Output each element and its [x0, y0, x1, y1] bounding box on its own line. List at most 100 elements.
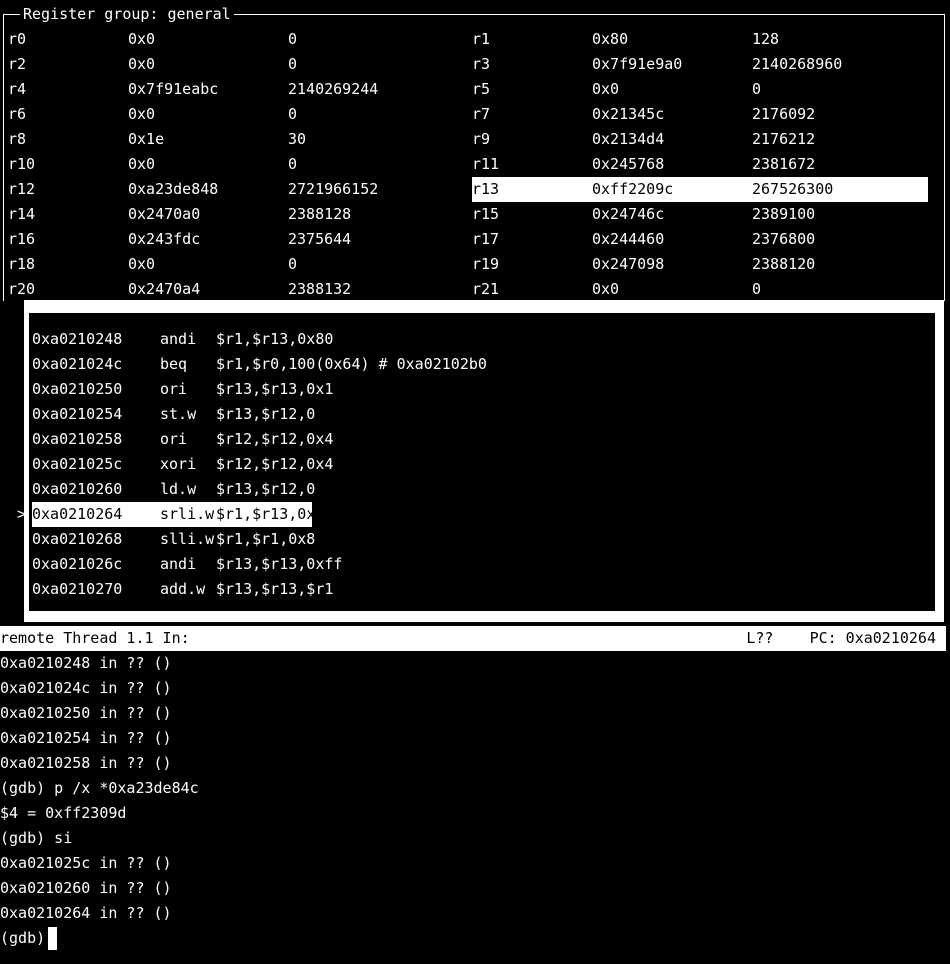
console-line: 0xa0210254 in ?? () — [0, 729, 172, 747]
register-dec-value: 267526300 — [752, 180, 834, 198]
register-hex-value: 0x80 — [592, 30, 629, 48]
asm-operands: $r13,$r13,$r1 — [216, 580, 334, 598]
console-line: 0xa021025c in ?? () — [0, 854, 172, 872]
console-line: (gdb) p /x *0xa23de84c — [0, 779, 199, 797]
asm-address: 0xa0210254 — [32, 405, 123, 423]
register-hex-value: 0xff2209c — [592, 180, 674, 198]
register-dec-value: 128 — [752, 30, 780, 48]
register-name: r6 — [8, 105, 27, 123]
asm-opcode: beq — [160, 355, 188, 373]
asm-opcode: add.w — [160, 580, 206, 598]
register-dec-value: 2140269244 — [288, 80, 379, 98]
asm-line[interactable]: 0xa0210254 st.w $r13,$r12,0 — [32, 402, 936, 427]
register-name: r8 — [8, 130, 27, 148]
asm-address: 0xa0210250 — [32, 380, 123, 398]
asm-line[interactable]: 0xa0210260 ld.w $r13,$r12,0 — [32, 477, 936, 502]
current-instruction-marker: > — [17, 505, 27, 523]
register-name: r7 — [472, 105, 491, 123]
console-line: 0xa0210264 in ?? () — [0, 904, 172, 922]
register-name: r10 — [8, 155, 36, 173]
console-line: 0xa0210248 in ?? () — [0, 654, 172, 672]
register-dec-value: 2176212 — [752, 130, 816, 148]
register-dec-value: 2375644 — [288, 230, 352, 248]
asm-opcode: andi — [160, 555, 197, 573]
console-line: 0xa0210258 in ?? () — [0, 754, 172, 772]
register-hex-value: 0x0 — [128, 155, 156, 173]
asm-line[interactable]: 0xa0210270 add.w $r13,$r13,$r1 — [32, 577, 936, 602]
asm-operands: $r12,$r12,0x4 — [216, 455, 334, 473]
register-dec-value: 0 — [288, 155, 298, 173]
register-name: r16 — [8, 230, 36, 248]
asm-operands: $r13,$r13,0xff — [216, 555, 343, 573]
register-hex-value: 0x0 — [128, 30, 156, 48]
asm-opcode: ld.w — [160, 480, 197, 498]
register-dec-value: 2376800 — [752, 230, 816, 248]
asm-line[interactable]: 0xa0210268 slli.w $r1,$r1,0x8 — [32, 527, 936, 552]
register-dec-value: 2388128 — [288, 205, 352, 223]
asm-line[interactable]: 0xa0210258 ori $r12,$r12,0x4 — [32, 427, 936, 452]
register-hex-value: 0x2470a4 — [128, 280, 201, 298]
register-hex-value: 0x1e — [128, 130, 165, 148]
register-dec-value: 0 — [752, 80, 762, 98]
register-highlight — [472, 177, 928, 202]
register-name: r18 — [8, 255, 36, 273]
register-hex-value: 0x244460 — [592, 230, 665, 248]
register-hex-value: 0x245768 — [592, 155, 665, 173]
asm-line[interactable]: 0xa021025c xori $r12,$r12,0x4 — [32, 452, 936, 477]
asm-address: 0xa021026c — [32, 555, 123, 573]
asm-address: 0xa0210258 — [32, 430, 123, 448]
register-hex-value: 0x0 — [592, 280, 620, 298]
register-hex-value: 0x247098 — [592, 255, 665, 273]
register-dec-value: 2140268960 — [752, 55, 843, 73]
register-name: r5 — [472, 80, 491, 98]
register-hex-value: 0x0 — [128, 255, 156, 273]
asm-opcode: ori — [160, 430, 188, 448]
register-name: r20 — [8, 280, 36, 298]
asm-line[interactable]: 0xa0210264 srli.w $r1,$r13,0xc — [32, 502, 324, 527]
register-name: r0 — [8, 30, 27, 48]
console-line: $4 = 0xff2309d — [0, 804, 127, 822]
register-name: r9 — [472, 130, 491, 148]
asm-opcode: andi — [160, 330, 197, 348]
asm-address: 0xa0210270 — [32, 580, 123, 598]
status-thread: remote Thread 1.1 In: — [0, 629, 190, 647]
asm-operands: $r13,$r13,0x1 — [216, 380, 334, 398]
console-line: (gdb) si — [0, 829, 73, 847]
register-name: r19 — [472, 255, 500, 273]
register-dec-value: 0 — [288, 55, 298, 73]
register-hex-value: 0x21345c — [592, 105, 665, 123]
register-hex-value: 0x2470a0 — [128, 205, 201, 223]
register-hex-value: 0x0 — [592, 80, 620, 98]
status-bar: remote Thread 1.1 In: L?? PC: 0xa0210264 — [0, 626, 946, 651]
asm-opcode: xori — [160, 455, 197, 473]
asm-opcode: ori — [160, 380, 188, 398]
register-hex-value: 0x7f91eabc — [128, 80, 219, 98]
asm-address: 0xa0210264 — [32, 505, 123, 523]
register-name: r4 — [8, 80, 27, 98]
register-name: r2 — [8, 55, 27, 73]
asm-operands: $r1,$r13,0xc — [216, 505, 325, 523]
register-dec-value: 2389100 — [752, 205, 816, 223]
asm-line[interactable]: 0xa0210248 andi $r1,$r13,0x80 — [32, 327, 936, 352]
asm-line[interactable]: 0xa021024c beq $r1,$r0,100(0x64) # 0xa0210… — [32, 352, 936, 377]
register-hex-value: 0x0 — [128, 55, 156, 73]
asm-address: 0xa0210248 — [32, 330, 123, 348]
console-line: 0xa0210250 in ?? () — [0, 704, 172, 722]
text-cursor — [48, 927, 57, 950]
status-pc: PC: 0xa0210264 — [809, 629, 936, 647]
asm-address: 0xa0210260 — [32, 480, 123, 498]
register-dec-value: 0 — [752, 280, 762, 298]
register-dec-value: 0 — [288, 105, 298, 123]
register-dec-value: 2388132 — [288, 280, 352, 298]
asm-operands: $r12,$r12,0x4 — [216, 430, 334, 448]
status-location: L?? PC: 0xa0210264 — [746, 626, 936, 651]
asm-line[interactable]: 0xa0210250 ori $r13,$r13,0x1 — [32, 377, 936, 402]
asm-line[interactable]: 0xa021026c andi $r13,$r13,0xff — [32, 552, 936, 577]
register-dec-value: 0 — [288, 255, 298, 273]
asm-operands: $r13,$r12,0 — [216, 480, 316, 498]
register-name: r14 — [8, 205, 36, 223]
register-hex-value: 0x243fdc — [128, 230, 201, 248]
register-name: r15 — [472, 205, 500, 223]
status-line: L?? — [746, 629, 774, 647]
gdb-prompt[interactable]: (gdb) — [0, 926, 54, 951]
